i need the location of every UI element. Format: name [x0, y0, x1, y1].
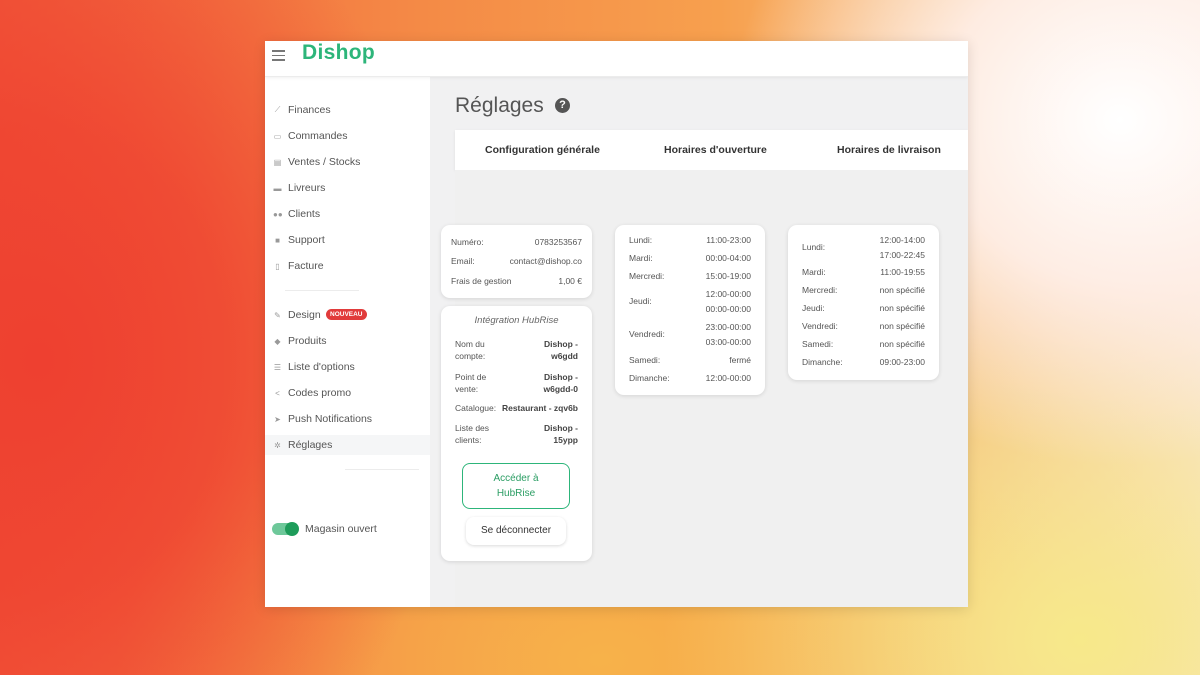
sidebar-item-reglages[interactable]: ✲ Réglages: [265, 435, 430, 455]
users-icon: ●●: [273, 209, 283, 219]
store-open-toggle[interactable]: [272, 522, 299, 536]
toggle-knob: [285, 522, 299, 536]
new-badge: NOUVEAU: [326, 309, 367, 320]
main-content: Réglages ? Configuration générale Horair…: [430, 76, 968, 607]
logout-button[interactable]: Se déconnecter: [466, 517, 566, 545]
database-icon: ■: [275, 235, 280, 245]
store-open-label: Magasin ouvert: [305, 523, 377, 535]
general-config-card: Numéro: 0783253567 Email: contact@dishop…: [441, 225, 592, 298]
sidebar-item-commandes[interactable]: ▭ Commandes: [265, 126, 430, 146]
help-icon[interactable]: ?: [555, 98, 570, 113]
opening-hours-card: Lundi: 11:00-23:00 Mardi: 00:00-04:00 Me…: [615, 225, 765, 395]
tab-configuration-generale[interactable]: Configuration générale: [485, 144, 600, 156]
box-icon: ▤: [273, 157, 282, 167]
sidebar: ⟋ Finances ▭ Commandes ▤ Ventes / Stocks…: [265, 76, 430, 607]
phone-number: 0783253567: [534, 237, 582, 247]
sidebar-item-liste-options[interactable]: ☰ Liste d'options: [265, 357, 430, 377]
sidebar-item-facture[interactable]: ▯ Facture: [265, 256, 430, 276]
tab-horaires-livraison[interactable]: Horaires de livraison: [837, 144, 941, 156]
hubrise-card: Intégration HubRise Nom du compte: Disho…: [441, 306, 592, 561]
settings-panel: Numéro: 0783253567 Email: contact@dishop…: [441, 170, 968, 607]
sidebar-divider: [285, 290, 359, 291]
gear-icon: ✲: [274, 440, 281, 450]
settings-tabs: Configuration générale Horaires d'ouvert…: [455, 130, 968, 170]
hamburger-menu-icon[interactable]: [272, 50, 285, 61]
email-value: contact@dishop.co: [509, 256, 582, 266]
sidebar-item-livreurs[interactable]: ▬ Livreurs: [265, 178, 430, 198]
app-window: Dishop ⟋ Finances ▭ Commandes ▤ Ventes /…: [265, 41, 968, 607]
app-logo[interactable]: Dishop: [302, 41, 375, 65]
management-fee: 1,00 €: [558, 276, 582, 286]
tag-icon: ◆: [274, 336, 281, 346]
sidebar-item-produits[interactable]: ◆ Produits: [265, 331, 430, 351]
top-bar: Dishop: [265, 41, 968, 77]
share-icon: <: [275, 388, 280, 398]
page-title: Réglages: [455, 94, 544, 117]
hubrise-title: Intégration HubRise: [474, 315, 559, 326]
sidebar-item-ventes-stocks[interactable]: ▤ Ventes / Stocks: [265, 152, 430, 172]
access-hubrise-button[interactable]: Accéder à HubRise: [462, 463, 570, 509]
sidebar-item-clients[interactable]: ●● Clients: [265, 204, 430, 224]
brush-icon: ✎: [274, 310, 281, 320]
car-icon: ▬: [273, 183, 282, 193]
cart-icon: ▭: [273, 131, 282, 141]
chart-line-icon: ⟋: [274, 105, 281, 114]
file-icon: ▯: [275, 261, 280, 271]
sidebar-item-codes-promo[interactable]: < Codes promo: [265, 383, 430, 403]
sidebar-item-finances[interactable]: ⟋ Finances: [265, 100, 430, 120]
sidebar-item-design[interactable]: ✎ Design NOUVEAU: [265, 305, 430, 325]
tab-horaires-ouverture[interactable]: Horaires d'ouverture: [664, 144, 767, 156]
send-icon: ➤: [274, 414, 281, 424]
sidebar-divider-bottom: [345, 469, 419, 470]
sidebar-item-push-notifications[interactable]: ➤ Push Notifications: [265, 409, 430, 429]
sidebar-item-support[interactable]: ■ Support: [265, 230, 430, 250]
delivery-hours-card: Lundi: 12:00-14:00 17:00-22:45 Mardi: 11…: [788, 225, 939, 380]
list-icon: ☰: [273, 362, 282, 372]
